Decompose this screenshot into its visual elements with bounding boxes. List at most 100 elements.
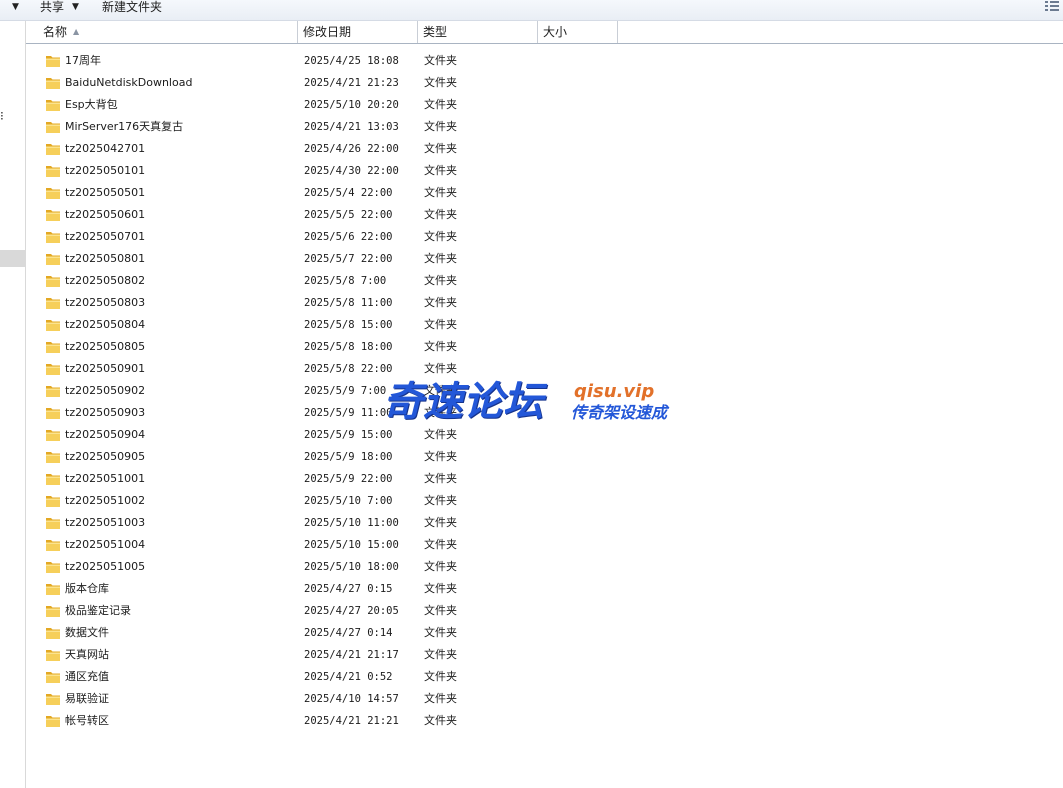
table-row[interactable]: 帐号转区 2025/4/21 21:21 文件夹 <box>26 710 1063 732</box>
file-type: 文件夹 <box>424 692 457 705</box>
folder-icon <box>46 100 60 111</box>
table-row[interactable]: 数据文件 2025/4/27 0:14 文件夹 <box>26 622 1063 644</box>
folder-icon <box>46 386 60 397</box>
file-type: 文件夹 <box>424 142 457 155</box>
sort-ascending-icon: ▲ <box>73 27 80 36</box>
navigation-pane[interactable]: ⁝ <box>0 21 26 788</box>
watermark: 奇速论坛 qisu.vip 传奇架设速成 <box>383 378 683 430</box>
folder-icon <box>46 144 60 155</box>
nav-selected-item[interactable] <box>0 250 25 267</box>
column-name-header[interactable]: 名称 ▲ <box>26 21 298 43</box>
table-row[interactable]: tz2025050501 2025/5/4 22:00 文件夹 <box>26 182 1063 204</box>
folder-icon <box>46 562 60 573</box>
new-folder-button[interactable]: 新建文件夹 <box>102 0 162 15</box>
file-modified-date: 2025/4/27 0:14 <box>304 627 393 639</box>
file-type: 文件夹 <box>424 538 457 551</box>
file-type: 文件夹 <box>424 208 457 221</box>
table-row[interactable]: 17周年 2025/4/25 18:08 文件夹 <box>26 50 1063 72</box>
table-row[interactable]: 天真网站 2025/4/21 21:17 文件夹 <box>26 644 1063 666</box>
folder-icon <box>46 694 60 705</box>
table-row[interactable]: tz2025051004 2025/5/10 15:00 文件夹 <box>26 534 1063 556</box>
file-modified-date: 2025/5/8 18:00 <box>304 341 393 353</box>
file-name: tz2025050803 <box>65 296 146 309</box>
view-options-icon[interactable] <box>1045 0 1059 12</box>
nav-pane-glyph: ⁝ <box>0 109 4 123</box>
file-modified-date: 2025/5/9 7:00 <box>304 385 387 397</box>
column-header: 名称 ▲ 修改日期 类型 大小 <box>26 21 1063 44</box>
table-row[interactable]: 极品鉴定记录 2025/4/27 20:05 文件夹 <box>26 600 1063 622</box>
watermark-main-text: 奇速论坛 <box>383 379 543 425</box>
file-name: 数据文件 <box>65 626 109 639</box>
file-modified-date: 2025/4/21 0:52 <box>304 671 393 683</box>
file-type: 文件夹 <box>424 186 457 199</box>
table-row[interactable]: tz2025051005 2025/5/10 18:00 文件夹 <box>26 556 1063 578</box>
file-modified-date: 2025/5/10 7:00 <box>304 495 393 507</box>
folder-icon <box>46 518 60 529</box>
file-type: 文件夹 <box>424 120 457 133</box>
file-modified-date: 2025/4/21 21:17 <box>304 649 399 661</box>
file-name: tz2025051004 <box>65 538 146 551</box>
file-type: 文件夹 <box>424 54 457 67</box>
file-name: tz2025050804 <box>65 318 146 331</box>
organize-dropdown-arrow-icon[interactable]: ▼ <box>12 2 19 12</box>
file-type: 文件夹 <box>424 230 457 243</box>
table-row[interactable]: tz2025050101 2025/4/30 22:00 文件夹 <box>26 160 1063 182</box>
file-type: 文件夹 <box>424 252 457 265</box>
file-name: 极品鉴定记录 <box>65 604 131 617</box>
column-date-header[interactable]: 修改日期 <box>298 21 418 43</box>
table-row[interactable]: BaiduNetdiskDownload 2025/4/21 21:23 文件夹 <box>26 72 1063 94</box>
file-modified-date: 2025/4/21 21:23 <box>304 77 399 89</box>
file-name: 通区充值 <box>65 670 109 683</box>
table-row[interactable]: 版本仓库 2025/4/27 0:15 文件夹 <box>26 578 1063 600</box>
table-row[interactable]: tz2025050804 2025/5/8 15:00 文件夹 <box>26 314 1063 336</box>
file-modified-date: 2025/5/8 7:00 <box>304 275 387 287</box>
file-name: BaiduNetdiskDownload <box>65 76 193 89</box>
table-row[interactable]: tz2025050701 2025/5/6 22:00 文件夹 <box>26 226 1063 248</box>
table-row[interactable]: 通区充值 2025/4/21 0:52 文件夹 <box>26 666 1063 688</box>
file-type: 文件夹 <box>424 670 457 683</box>
file-name: 版本仓库 <box>65 582 109 595</box>
table-row[interactable]: tz2025050802 2025/5/8 7:00 文件夹 <box>26 270 1063 292</box>
table-row[interactable]: MirServer176天真复古 2025/4/21 13:03 文件夹 <box>26 116 1063 138</box>
toolbar: ▼ 共享 ▼ 新建文件夹 <box>0 0 1063 21</box>
file-type: 文件夹 <box>424 560 457 573</box>
table-row[interactable]: tz2025050601 2025/5/5 22:00 文件夹 <box>26 204 1063 226</box>
folder-icon <box>46 56 60 67</box>
file-modified-date: 2025/5/10 11:00 <box>304 517 399 529</box>
folder-icon <box>46 232 60 243</box>
file-type: 文件夹 <box>424 516 457 529</box>
file-modified-date: 2025/5/10 20:20 <box>304 99 399 111</box>
file-name: 帐号转区 <box>65 714 109 727</box>
file-type: 文件夹 <box>424 340 457 353</box>
file-modified-date: 2025/5/9 11:00 <box>304 407 393 419</box>
share-dropdown-arrow-icon[interactable]: ▼ <box>72 2 79 12</box>
table-row[interactable]: tz2025051001 2025/5/9 22:00 文件夹 <box>26 468 1063 490</box>
file-modified-date: 2025/5/9 15:00 <box>304 429 393 441</box>
table-row[interactable]: 易联验证 2025/4/10 14:57 文件夹 <box>26 688 1063 710</box>
file-modified-date: 2025/5/10 18:00 <box>304 561 399 573</box>
table-row[interactable]: tz2025050801 2025/5/7 22:00 文件夹 <box>26 248 1063 270</box>
folder-icon <box>46 540 60 551</box>
column-size-header[interactable]: 大小 <box>538 21 618 43</box>
column-type-header[interactable]: 类型 <box>418 21 538 43</box>
file-name: tz2025050701 <box>65 230 146 243</box>
share-button[interactable]: 共享 <box>40 0 64 15</box>
table-row[interactable]: tz2025050803 2025/5/8 11:00 文件夹 <box>26 292 1063 314</box>
table-row[interactable]: tz2025051003 2025/5/10 11:00 文件夹 <box>26 512 1063 534</box>
table-row[interactable]: tz2025050905 2025/5/9 18:00 文件夹 <box>26 446 1063 468</box>
file-name: tz2025050601 <box>65 208 146 221</box>
file-type: 文件夹 <box>424 494 457 507</box>
file-modified-date: 2025/5/10 15:00 <box>304 539 399 551</box>
file-name: tz2025042701 <box>65 142 146 155</box>
file-type: 文件夹 <box>424 164 457 177</box>
table-row[interactable]: tz2025042701 2025/4/26 22:00 文件夹 <box>26 138 1063 160</box>
file-type: 文件夹 <box>424 648 457 661</box>
folder-icon <box>46 276 60 287</box>
folder-icon <box>46 342 60 353</box>
table-row[interactable]: tz2025050901 2025/5/8 22:00 文件夹 <box>26 358 1063 380</box>
table-row[interactable]: tz2025050805 2025/5/8 18:00 文件夹 <box>26 336 1063 358</box>
file-type: 文件夹 <box>424 714 457 727</box>
table-row[interactable]: tz2025051002 2025/5/10 7:00 文件夹 <box>26 490 1063 512</box>
file-name: tz2025051003 <box>65 516 146 529</box>
table-row[interactable]: Esp大背包 2025/5/10 20:20 文件夹 <box>26 94 1063 116</box>
